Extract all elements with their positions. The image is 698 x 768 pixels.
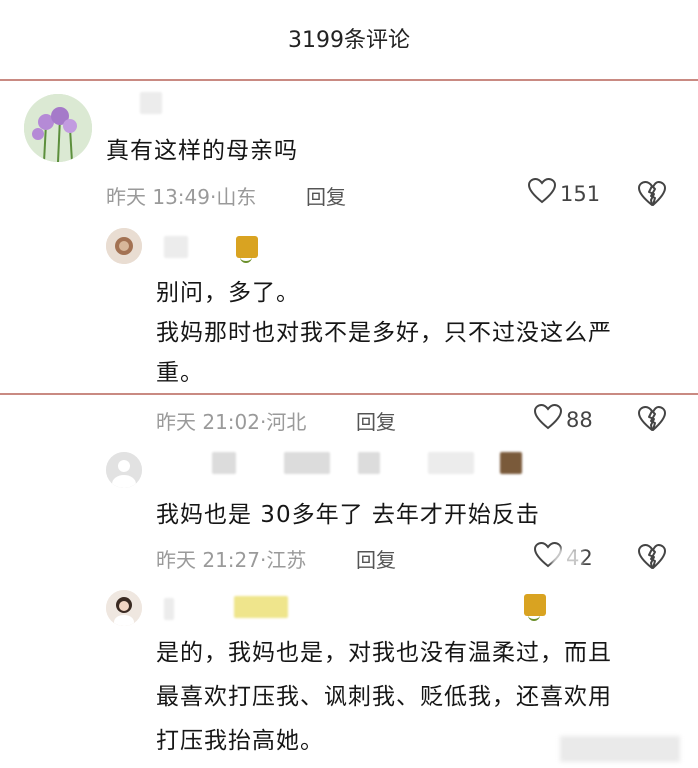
username-redacted (284, 452, 330, 474)
watermark-blur (560, 736, 680, 762)
username-redacted (428, 452, 474, 474)
heart-outline-icon (533, 403, 566, 435)
broken-heart-icon (638, 181, 666, 206)
comment-time: 昨天 21:02 (156, 410, 260, 434)
avatar[interactable] (106, 590, 142, 626)
like-button[interactable]: 151 (527, 177, 601, 209)
avatar[interactable] (106, 452, 142, 488)
username-redacted (234, 596, 288, 618)
reply-button[interactable]: 回复 (306, 181, 346, 210)
username-redacted[interactable] (212, 452, 236, 474)
reply-text-line: 最喜欢打压我、讽刺我、贬低我，还喜欢用 (156, 684, 612, 710)
comment-location: 河北 (266, 410, 307, 434)
reply-text-line: 重。 (156, 360, 204, 386)
user-badge-icon (500, 452, 522, 474)
username-redacted[interactable] (164, 598, 174, 620)
like-count: 88 (566, 407, 593, 432)
reply-text-line: 我妈那时也对我不是多好，只不过没这么严 (156, 320, 612, 346)
username-redacted (358, 452, 380, 474)
like-count: 151 (560, 181, 601, 206)
reply-text-line: 打压我抬高她。 (156, 728, 324, 754)
broken-heart-icon (638, 406, 666, 431)
section-divider (0, 393, 698, 395)
broken-heart-icon (638, 544, 666, 569)
comment-meta: 昨天 21:02·河北 (156, 410, 307, 434)
dislike-button[interactable] (638, 181, 666, 211)
comment-location: 山东 (216, 185, 257, 209)
user-badge-icon (236, 236, 258, 263)
comment-location: 江苏 (266, 548, 307, 572)
comment-meta: 昨天 21:27·江苏 (156, 548, 307, 572)
user-badge-icon (524, 594, 546, 621)
comment-count-title: 3199条评论 (288, 28, 410, 53)
reply-text: 我妈也是 30多年了 去年才开始反击 (156, 502, 540, 528)
like-button[interactable]: 88 (533, 403, 593, 435)
heart-outline-icon (527, 177, 560, 209)
reply-button[interactable]: 回复 (356, 406, 396, 435)
username-redacted[interactable] (140, 92, 162, 114)
avatar[interactable] (24, 94, 92, 162)
dislike-button[interactable] (638, 544, 666, 574)
reply-text-line: 是的，我妈也是，对我也没有温柔过，而且 (156, 640, 612, 666)
header-divider (0, 79, 698, 81)
comments-header: 3199条评论 (0, 0, 698, 80)
dislike-button[interactable] (638, 406, 666, 436)
username-redacted[interactable] (164, 236, 188, 258)
comment-meta: 昨天 13:49·山东 (106, 185, 257, 209)
watermark-blur (552, 548, 582, 572)
reply-button[interactable]: 回复 (356, 544, 396, 573)
comment-time: 昨天 21:27 (156, 548, 260, 572)
reply-text-line: 别问，多了。 (156, 280, 300, 306)
comment-time: 昨天 13:49 (106, 185, 210, 209)
comment-text: 真有这样的母亲吗 (106, 138, 298, 164)
avatar[interactable] (106, 228, 142, 264)
